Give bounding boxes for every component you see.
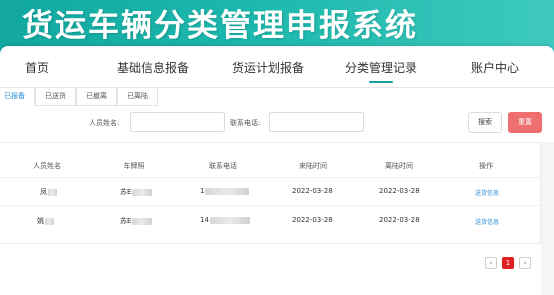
nav-item-account-center[interactable]: 账户中心 xyxy=(471,59,519,76)
table-row-1-leave: 2022-03-28 xyxy=(379,187,420,195)
nav-item-classification-records[interactable]: 分类管理记录 xyxy=(345,59,417,76)
header-leave-time: 离陆时间 xyxy=(385,162,413,170)
header-plate: 车牌照 xyxy=(123,162,145,170)
table-row-2-plate: 苏E xyxy=(120,216,153,226)
header-phone: 联系电话 xyxy=(209,162,237,170)
row-divider xyxy=(0,205,541,206)
table-row-1-name: 凤 xyxy=(40,187,57,197)
tab-delivered[interactable]: 已送货 xyxy=(35,88,76,106)
table-row-1-plate: 苏E xyxy=(120,187,153,197)
table-row-2-delivery-link[interactable]: 送货信息 xyxy=(475,217,499,226)
phone-input[interactable] xyxy=(269,112,364,132)
next-page-button[interactable]: › xyxy=(519,257,531,269)
reset-button[interactable]: 重置 xyxy=(508,112,542,133)
table-row-1-arrive: 2022-03-28 xyxy=(292,187,333,195)
nav-item-freight-plan[interactable]: 货运计划报备 xyxy=(232,59,304,76)
scroll-gutter xyxy=(541,142,554,295)
name-label: 人员姓名: xyxy=(89,119,120,127)
header-action: 操作 xyxy=(479,162,493,170)
table-row-2-name: 姚 xyxy=(37,216,54,226)
app-title: 货运车辆分类管理申报系统 xyxy=(22,8,418,44)
nav-item-basic-info[interactable]: 基础信息报备 xyxy=(117,59,189,76)
search-button[interactable]: 搜索 xyxy=(468,112,502,133)
tab-departed[interactable]: 已离陆 xyxy=(117,88,158,106)
table-row-1-delivery-link[interactable]: 送货信息 xyxy=(475,188,499,197)
page-1-button[interactable]: 1 xyxy=(502,257,514,269)
tab-withdrawn[interactable]: 已撤离 xyxy=(76,88,117,106)
tab-reported[interactable]: 已报备 xyxy=(0,88,35,106)
header-arrive-time: 来陆时间 xyxy=(299,162,327,170)
header-divider xyxy=(0,177,541,178)
prev-page-button[interactable]: ‹ xyxy=(485,257,497,269)
top-nav: 首页 基础信息报备 货运计划报备 分类管理记录 账户中心 xyxy=(0,46,554,88)
table-row-2-phone: 14 xyxy=(200,216,250,224)
table-row-2-arrive: 2022-03-28 xyxy=(292,216,333,224)
nav-active-indicator xyxy=(369,81,393,83)
records-table: 人员姓名 车牌照 联系电话 来陆时间 离陆时间 操作 凤 苏E 1 2022-0… xyxy=(0,142,541,244)
phone-label: 联系电话: xyxy=(230,119,261,127)
header-name: 人员姓名 xyxy=(33,162,61,170)
name-input[interactable] xyxy=(130,112,225,132)
table-row-1-phone: 1 xyxy=(200,187,250,195)
main-card: 首页 基础信息报备 货运计划报备 分类管理记录 账户中心 已报备 已送货 已撤离… xyxy=(0,46,554,295)
nav-item-home[interactable]: 首页 xyxy=(25,59,49,76)
table-row-2-leave: 2022-03-28 xyxy=(379,216,420,224)
